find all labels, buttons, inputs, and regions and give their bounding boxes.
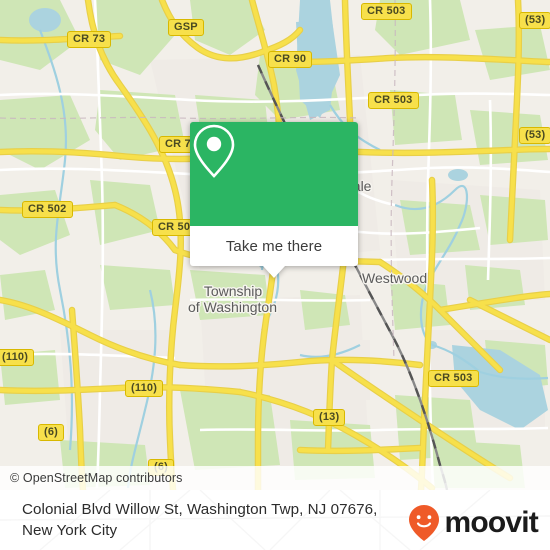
map-attribution-bar: © OpenStreetMap contributors xyxy=(0,466,550,490)
road-shield: CR 503 xyxy=(368,92,419,109)
moovit-smiley-pin-icon xyxy=(409,505,440,541)
map-screenshot: CR 73 GSP CR 90 CR 503 CR 503 (53) (53) … xyxy=(0,0,550,550)
map-canvas[interactable]: CR 73 GSP CR 90 CR 503 CR 503 (53) (53) … xyxy=(0,0,550,490)
road-shield: CR 73 xyxy=(67,31,112,48)
moovit-brand[interactable]: moovit xyxy=(408,504,539,542)
take-me-there-label: Take me there xyxy=(225,237,323,255)
road-shield: CR 90 xyxy=(268,51,313,68)
road-shield: CR 502 xyxy=(22,201,73,218)
road-shield: (110) xyxy=(0,349,35,366)
place-label: of Washington xyxy=(188,299,277,315)
place-label: Westwood xyxy=(362,270,428,286)
place-label: Township xyxy=(203,283,263,299)
destination-popup-card[interactable]: Take me there xyxy=(190,122,358,278)
road-shield: (110) xyxy=(125,380,164,397)
road-shield: GSP xyxy=(168,19,204,36)
road-shield: CR 503 xyxy=(428,370,479,387)
road-shield: CR 503 xyxy=(361,3,412,20)
road-shield: (53) xyxy=(519,12,550,29)
road-shield: (53) xyxy=(519,127,550,144)
popup-pin-area xyxy=(190,122,358,226)
footer-bar: Colonial Blvd Willow St, Washington Twp,… xyxy=(0,490,550,550)
osm-attribution-text: © OpenStreetMap contributors xyxy=(10,471,183,485)
popup-tail xyxy=(263,266,285,278)
map-pin-icon xyxy=(193,124,235,178)
moovit-wordmark: moovit xyxy=(444,506,538,539)
destination-address: Colonial Blvd Willow St, Washington Twp,… xyxy=(22,499,412,541)
address-line-2: New York City xyxy=(22,522,118,539)
road-shield: (13) xyxy=(313,409,346,426)
address-line-1: Colonial Blvd Willow St, Washington Twp,… xyxy=(22,501,378,518)
popup-action-row[interactable]: Take me there xyxy=(190,226,358,266)
road-shield: (6) xyxy=(38,424,65,441)
